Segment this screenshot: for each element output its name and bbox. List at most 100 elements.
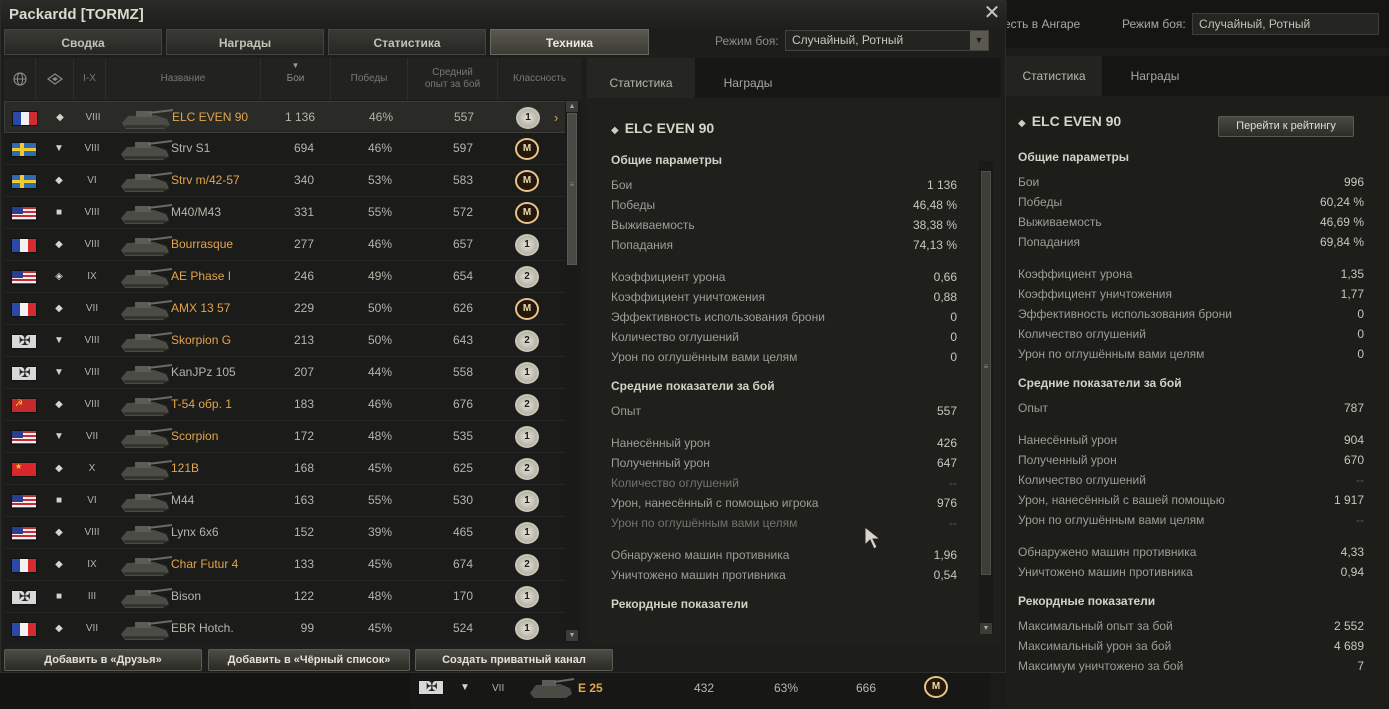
stat-value: 2 552 [1333,619,1364,633]
table-row[interactable]: ◆ VIII Bourrasque 277 46% 657 1 [4,229,566,261]
stat-row: Попадания 74,13 % [611,235,957,255]
table-row[interactable]: ◆ VII EBR Hotch. 99 45% 524 1 [4,613,566,643]
stats-scrollbar[interactable]: ≡ ▼ [979,161,993,634]
bg-mode-select[interactable]: Случайный, Ротный [1192,13,1379,35]
tab-vehicles[interactable]: Техника [490,29,649,55]
window-title: Packardd [TORMZ] [9,6,144,23]
stat-value: 38,38 % [912,218,957,232]
scroll-down-icon[interactable]: ▼ [566,630,578,641]
table-row[interactable]: ◆ VII AMX 13 57 229 50% 626 M [4,293,566,325]
tier: VII [85,623,99,634]
stat-value: 0 [950,330,957,344]
col-battles[interactable]: ▼ Бои [261,58,331,100]
table-row[interactable]: ◆ VIII Lynx 6x6 152 39% 465 1 [4,517,566,549]
bg-tank-row[interactable]: ▼ VII E 25 432 63% 666 M [410,673,990,709]
stat-row: Количество оглушений 0 [611,327,957,347]
stat-label: Попадания [611,238,673,252]
stat-row: Уничтожено машин противника 0,94 [1018,562,1364,582]
create-private-channel-button[interactable]: Создать приватный канал [415,649,613,671]
col-mastery[interactable]: Классность [498,58,581,100]
tank-name: M44 [171,493,195,507]
tab-vehicle-awards[interactable]: Награды [695,58,801,98]
win-rate: 44% [367,365,392,379]
scroll-up-icon[interactable]: ▲ [566,101,578,112]
scroll-thumb[interactable]: ≡ [567,113,577,265]
table-row[interactable]: ▼ VII Scorpion 172 48% 535 1 [4,421,566,453]
tab-statistics[interactable]: Статистика [328,29,486,55]
stat-row: Нанесённый урон 904 [1018,430,1364,450]
flag-icon-germany [11,364,37,381]
win-rate: 45% [367,621,392,635]
scroll-down-icon[interactable]: ▼ [980,623,992,634]
table-row[interactable]: ◆ IX Char Futur 4 133 45% 674 2 [4,549,566,581]
tier: VIII [84,207,100,218]
flag-icon-usa [11,526,37,541]
tank-name: ELC EVEN 90 [172,110,249,124]
win-rate: 45% [367,557,392,571]
bg-tank-xp: 666 [856,681,877,695]
vehicle-stats-panel: Статистика Награды ◆ ELC EVEN 90 Общие па… [587,58,1001,643]
tier: IX [87,271,97,282]
bg-tab-awards[interactable]: Награды [1102,56,1208,96]
table-row[interactable]: ▼ VIII Skorpion G 213 50% 643 2 [4,325,566,357]
table-row[interactable]: ▼ VIII KanJPz 105 207 44% 558 1 [4,357,566,389]
chevron-down-icon[interactable]: ▼ [970,31,988,50]
sort-desc-icon: ▼ [291,61,300,70]
globe-icon[interactable] [4,58,36,100]
tab-awards[interactable]: Награды [166,29,324,55]
stat-label: Количество оглушений [1018,473,1146,487]
vehicles-scrollbar[interactable]: ▲ ≡ ▼ [565,101,579,643]
stat-row: Количество оглушений -- [1018,470,1364,490]
title-bar[interactable]: Packardd [TORMZ] ✕ [1,1,1007,29]
stat-label: Урон по оглушённым вами целям [1018,513,1205,527]
add-blacklist-button[interactable]: Добавить в «Чёрный список» [208,649,410,671]
scroll-thumb[interactable]: ≡ [981,171,991,575]
table-row[interactable]: ◆ VIII ELC EVEN 90 1 136 46% 557 1 › [4,101,566,133]
bg-tank-name: E 25 [578,681,603,695]
hangar-label: есть в Ангаре [1004,17,1081,31]
stat-label: Нанесённый урон [1018,433,1118,447]
battles-count: 1 136 [284,110,315,124]
tier: VI [87,175,97,186]
stat-label: Победы [611,198,656,212]
avg-xp: 465 [452,525,473,539]
flag-icon-usa [11,430,37,445]
go-to-rating-button[interactable]: Перейти к рейтингу [1218,116,1354,137]
close-icon[interactable]: ✕ [981,3,1003,25]
mastery-badge-icon: 2 [515,458,539,480]
stat-value: 60,24 % [1319,195,1364,209]
win-rate: 46% [368,110,393,124]
col-name[interactable]: Название [106,58,261,100]
vehicle-type-icon[interactable] [36,58,74,100]
stat-row: Уничтожено машин противника 0,54 [611,565,957,585]
table-row[interactable]: ■ III Bison 122 48% 170 1 [4,581,566,613]
add-friend-button[interactable]: Добавить в «Друзья» [4,649,202,671]
table-row[interactable]: ■ VIII M40/M43 331 55% 572 M [4,197,566,229]
tab-summary[interactable]: Сводка [4,29,162,55]
mastery-badge-icon: M [924,676,948,698]
mastery-badge-icon: 1 [516,107,540,129]
table-row[interactable]: ◈ IX AE Phase I 246 49% 654 2 [4,261,566,293]
profile-tabs: Сводка Награды Статистика Техника Режим … [1,29,1007,56]
col-tier[interactable]: I-X [74,58,106,100]
light-tank-icon: ◆ [611,125,619,136]
battles-count: 122 [293,589,314,603]
stat-row: Опыт 557 [611,401,957,421]
col-wins[interactable]: Победы [331,58,408,100]
flag-icon-germany [418,678,444,695]
battle-mode-select[interactable]: Случайный, Ротный ▼ [785,30,989,51]
tab-vehicle-statistics[interactable]: Статистика [587,58,695,98]
tank-name: Strv S1 [171,141,211,155]
col-avg-xp[interactable]: Средний опыт за бой [408,58,498,100]
table-row[interactable]: ◆ VI Strv m/42-57 340 53% 583 M [4,165,566,197]
battles-count: 172 [293,429,314,443]
stat-row: Максимальный урон за бой 4 689 [1018,636,1364,656]
tank-name: AE Phase I [171,269,232,283]
bg-tab-statistics[interactable]: Статистика [1006,56,1102,96]
stat-label: Количество оглушений [611,330,739,344]
table-row[interactable]: ■ VI M44 163 55% 530 1 [4,485,566,517]
table-row[interactable]: ◆ X 121B 168 45% 625 2 [4,453,566,485]
table-row[interactable]: ▼ VIII Strv S1 694 46% 597 M [4,133,566,165]
table-row[interactable]: ◆ VIII T-54 обр. 1 183 46% 676 2 [4,389,566,421]
tank-name: T-54 обр. 1 [171,397,232,411]
